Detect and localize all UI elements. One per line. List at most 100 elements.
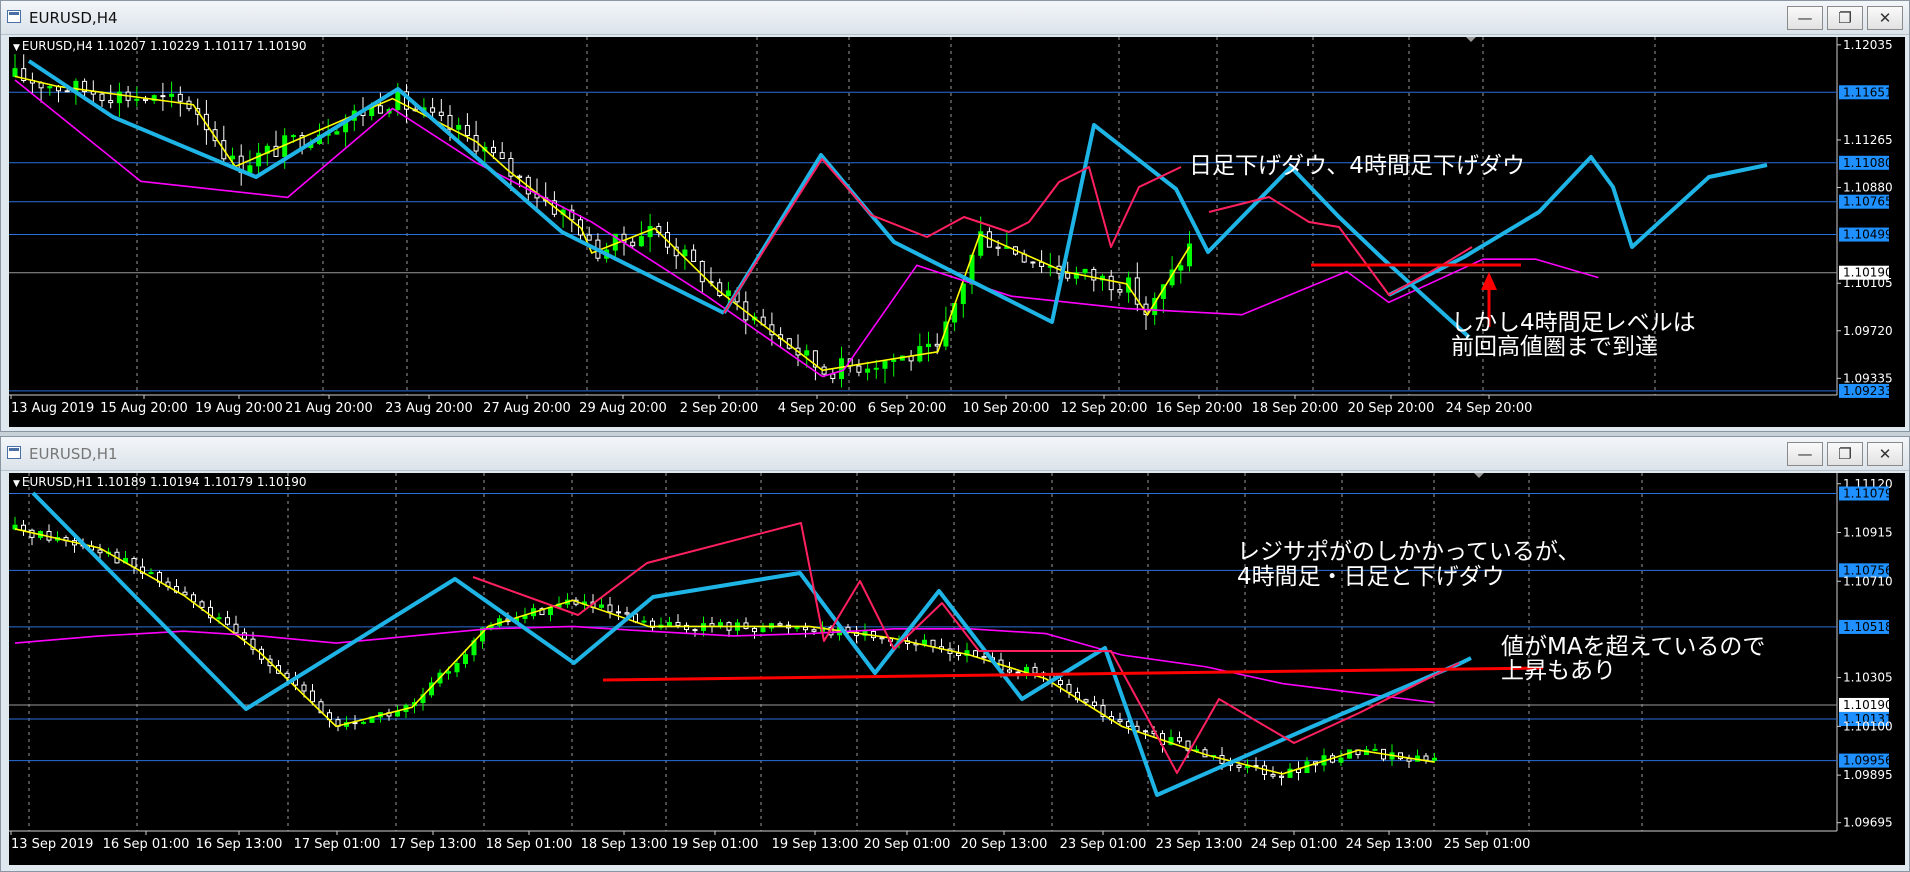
candle [1178, 265, 1184, 271]
symbol-info: ▼ EURUSD,H4 1.10207 1.10229 1.10117 1.101… [13, 39, 307, 53]
time-tick-label: 17 Sep 13:00 [390, 837, 477, 852]
shift-marker-icon[interactable] [1466, 37, 1476, 42]
annotation-note-line1: しかし4時間足レベルは [1451, 310, 1696, 336]
candle [169, 93, 175, 97]
candle [803, 626, 808, 631]
price-tick-label: 1.12035 [1843, 38, 1893, 52]
candle [879, 637, 885, 640]
candle [1030, 261, 1036, 264]
candle [134, 98, 140, 101]
shift-marker-icon[interactable] [1474, 473, 1484, 478]
candle [794, 626, 800, 629]
annotation-trend: 日足下げダウ、4時間足下げダウ [1189, 153, 1525, 179]
candle [1092, 701, 1097, 707]
candle [777, 623, 783, 626]
candle [667, 621, 672, 626]
price-tick-label: 1.10880 [1843, 181, 1893, 195]
collapse-triangle-icon[interactable]: ▼ [13, 43, 20, 53]
time-tick-label: 23 Aug 20:00 [385, 401, 473, 416]
chart-window-icon [7, 446, 21, 459]
price-tick-label: 1.10190 [1843, 698, 1893, 712]
candle [464, 124, 470, 136]
minimize-icon: — [1797, 445, 1813, 463]
candle [446, 671, 451, 674]
price-tick-label: 1.10518 [1843, 620, 1893, 634]
time-tick-label: 24 Sep 01:00 [1251, 837, 1338, 852]
candle [438, 111, 444, 116]
candle [491, 146, 496, 154]
candle [225, 617, 230, 625]
candle [64, 90, 70, 93]
candle [804, 350, 810, 356]
title-bar[interactable]: EURUSD,H1 — ❐ ✕ [1, 437, 1909, 471]
close-button[interactable]: ✕ [1867, 442, 1903, 466]
price-tick-label: 1.11265 [1843, 133, 1893, 147]
price-chart-h1[interactable]: 1.11120 1.11079 1.10915 1.10756 1.10710 1.105… [9, 473, 1905, 865]
candle [934, 343, 940, 347]
time-tick-label: 18 Sep 13:00 [581, 837, 668, 852]
candle [1270, 773, 1276, 777]
candle [599, 604, 604, 608]
candle [1065, 272, 1071, 279]
candle [12, 524, 18, 530]
candle [682, 249, 688, 257]
candle [995, 246, 1001, 249]
price-tick-label: 1.09895 [1843, 768, 1893, 782]
candle [456, 124, 462, 130]
chart-canvas[interactable]: 1.12035 1.11651 1.11265 1.11080 1.108801.107… [9, 37, 1905, 427]
candle [873, 367, 879, 370]
chart-canvas[interactable]: 1.111201.110791.109151.107561.107101.105… [9, 473, 1905, 865]
moving-average-fast [14, 75, 1191, 372]
candle [38, 82, 44, 89]
candle [1015, 671, 1021, 674]
candle [21, 524, 26, 531]
price-tick-label: 1.09695 [1843, 816, 1893, 830]
candle [647, 226, 653, 238]
candle [981, 656, 987, 659]
window-title: EURUSD,H4 [29, 9, 118, 27]
chart-window-h4[interactable]: EURUSD,H4 — ❐ ✕ 1.12035 1.11651 1.11265 1.1… [0, 0, 1910, 432]
time-tick-label: 24 Sep 20:00 [1446, 401, 1533, 416]
candle [1082, 268, 1088, 274]
candle [247, 165, 253, 173]
moving-average-slow [14, 79, 1599, 378]
candle [926, 343, 931, 348]
chart-window-h1[interactable]: EURUSD,H1 — ❐ ✕ 1.11120 1.11079 1.10915 1.1… [0, 436, 1910, 872]
price-tick-label: 1.09956 [1843, 754, 1893, 768]
zigzag-major-line [1460, 656, 1472, 665]
annotation-ma-line2: 上昇もあり [1501, 658, 1616, 684]
time-tick-label: 19 Sep 01:00 [672, 837, 759, 852]
minimize-button[interactable]: — [1787, 442, 1823, 466]
candle [630, 241, 636, 247]
candle [830, 373, 836, 380]
candle [856, 365, 862, 373]
price-tick-label: 1.09720 [1843, 324, 1893, 338]
time-tick-label: 23 Sep 13:00 [1156, 837, 1243, 852]
annotation-note-line2: 前回高値圏まで到達 [1451, 334, 1658, 360]
candle [718, 622, 723, 627]
annotation-resistance-line1: レジサポがのしかかっているが、 [1237, 539, 1581, 565]
restore-button[interactable]: ❐ [1827, 6, 1863, 30]
price-tick-label: 1.11079 [1843, 487, 1893, 501]
price-tick-label: 1.10305 [1843, 671, 1893, 685]
candle [233, 623, 239, 634]
time-tick-label: 16 Sep 13:00 [196, 837, 283, 852]
candle [395, 711, 400, 717]
candle [1117, 289, 1123, 293]
candle [430, 107, 436, 113]
candle [960, 283, 966, 305]
candle [616, 611, 621, 614]
collapse-triangle-icon[interactable]: ▼ [13, 479, 20, 489]
candle [108, 100, 114, 104]
candle [1338, 757, 1344, 763]
symbol-info: ▼ EURUSD,H1 1.10189 1.10194 1.10179 1.101… [13, 475, 307, 489]
close-button[interactable]: ✕ [1867, 6, 1903, 30]
restore-button[interactable]: ❐ [1827, 442, 1863, 466]
time-tick-label: 27 Aug 20:00 [483, 401, 571, 416]
time-tick-label: 6 Sep 20:00 [868, 401, 947, 416]
price-chart-h4[interactable]: 1.12035 1.11651 1.11265 1.11080 1.10880 1.107… [9, 37, 1905, 427]
candle [638, 236, 644, 247]
title-bar[interactable]: EURUSD,H4 — ❐ ✕ [1, 1, 1909, 35]
candle [1143, 730, 1148, 733]
minimize-button[interactable]: — [1787, 6, 1823, 30]
